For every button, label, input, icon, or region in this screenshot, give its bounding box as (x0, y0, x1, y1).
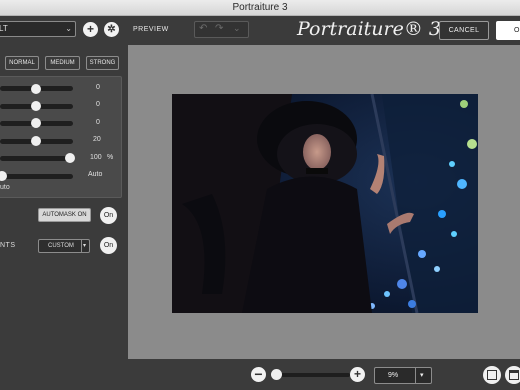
slider-handle[interactable] (31, 136, 41, 146)
slider-value: 0 (96, 101, 100, 108)
enhancement-preset-value: CUSTOM (48, 243, 74, 249)
slider-unit: % (107, 154, 114, 161)
single-view-icon (487, 370, 497, 380)
cancel-button[interactable]: CANCEL (439, 21, 489, 40)
enhancement-preset-select[interactable]: CUSTOM ▾ (38, 239, 90, 253)
preset-value: LT (0, 24, 8, 33)
preview-image[interactable] (172, 94, 478, 313)
history-controls: ↶ ↷ ⌄ (194, 21, 249, 38)
slider-value: 100 (90, 154, 102, 161)
brand-logo: Portraiture® 3 (297, 18, 441, 40)
slider-value: 0 (96, 119, 100, 126)
add-preset-button[interactable]: + (83, 22, 98, 37)
chevron-down-icon: ▾ (83, 243, 87, 249)
preset-select[interactable]: LT ⌄ (0, 21, 76, 37)
zoom-slider-track[interactable] (272, 373, 350, 377)
level-normal-button[interactable]: NORMAL (5, 56, 39, 70)
window-title: Portraiture 3 (232, 2, 288, 13)
zoom-out-button[interactable]: − (251, 367, 266, 382)
plus-icon: + (353, 367, 361, 381)
slider-value: 0 (96, 84, 100, 91)
zoom-value: 9% (388, 372, 399, 379)
level-medium-button[interactable]: MEDIUM (45, 56, 80, 70)
enhancements-label: NTS (0, 242, 16, 249)
level-strong-button[interactable]: STRONG (86, 56, 119, 70)
zoom-in-button[interactable]: + (350, 367, 365, 382)
ok-button[interactable]: O (496, 21, 520, 40)
undo-icon[interactable]: ↶ (199, 23, 207, 34)
slider-track[interactable] (0, 156, 73, 161)
window-title-bar: Portraiture 3 (0, 0, 520, 16)
minus-icon: − (254, 366, 263, 382)
slider-handle[interactable] (65, 153, 75, 163)
portrait-photo (172, 94, 478, 313)
automask-button[interactable]: AUTOMASK ON (38, 208, 91, 222)
redo-icon[interactable]: ↷ (215, 23, 223, 34)
zoom-slider-handle[interactable] (271, 369, 282, 380)
auto-label: uto (0, 184, 10, 191)
preview-label: PREVIEW (133, 26, 169, 33)
split-view-button[interactable] (505, 366, 520, 384)
enhancements-on-toggle[interactable]: On (100, 237, 117, 254)
plus-icon: + (86, 22, 94, 36)
slider-value: Auto (88, 171, 103, 178)
slider-value: 20 (93, 136, 101, 143)
slider-handle[interactable] (31, 118, 41, 128)
gear-icon: ✲ (107, 24, 116, 35)
settings-button[interactable]: ✲ (104, 22, 119, 37)
split-view-icon (509, 370, 519, 380)
chevron-down-icon: ⌄ (65, 24, 72, 33)
settings-panel (0, 16, 128, 390)
slider-group (0, 76, 122, 198)
chevron-down-icon: ▾ (420, 372, 424, 379)
slider-handle[interactable] (31, 84, 41, 94)
single-view-button[interactable] (483, 366, 501, 384)
mask-on-toggle[interactable]: On (100, 207, 117, 224)
chevron-down-icon[interactable]: ⌄ (233, 23, 241, 34)
slider-track[interactable] (0, 174, 73, 179)
slider-handle[interactable] (31, 101, 41, 111)
zoom-select[interactable]: 9% ▾ (374, 367, 432, 384)
